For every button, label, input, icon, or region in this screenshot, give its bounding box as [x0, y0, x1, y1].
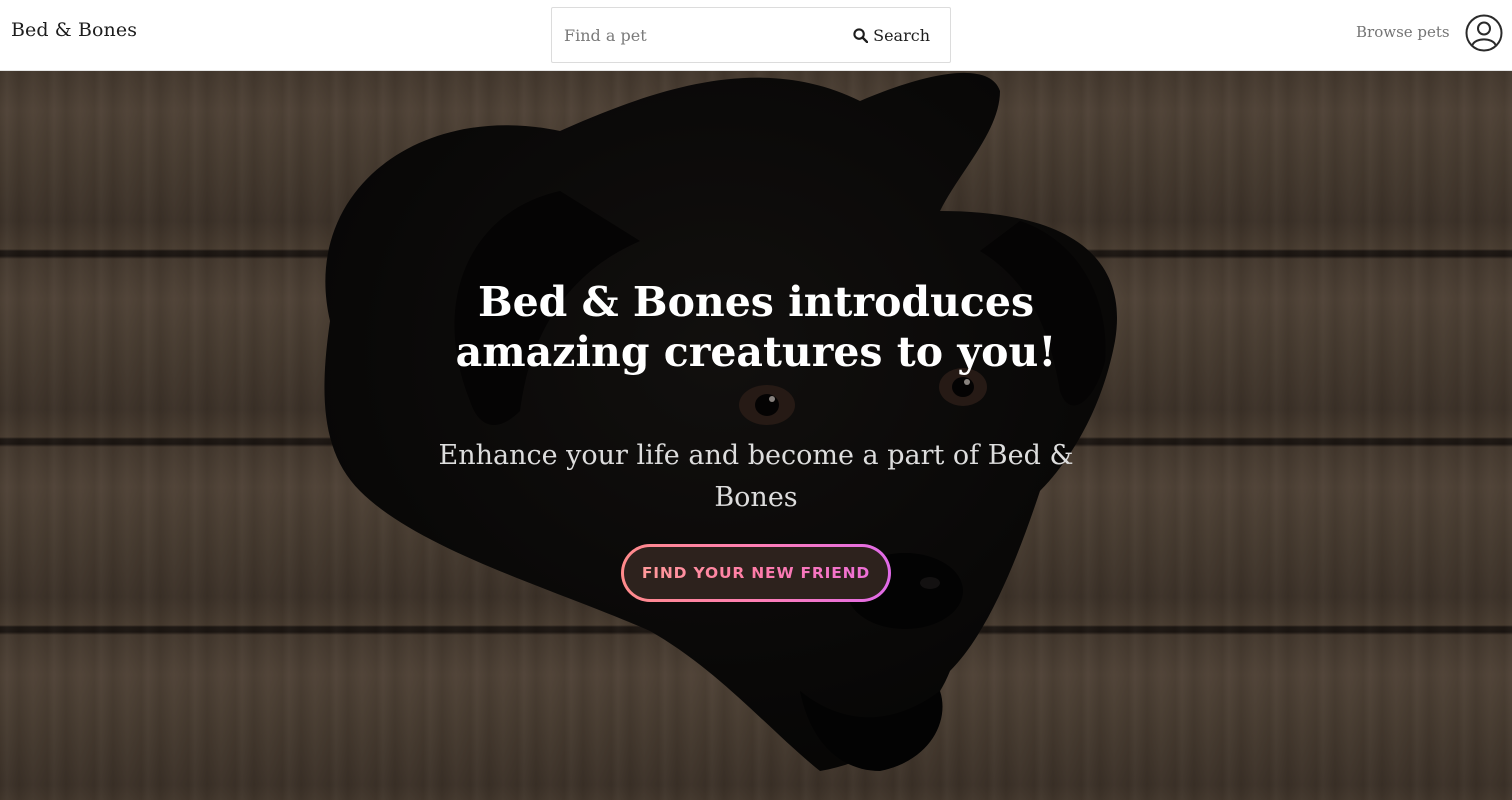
site-brand[interactable]: Bed & Bones — [11, 19, 137, 41]
find-new-friend-button[interactable]: FIND YOUR NEW FRIEND — [621, 544, 891, 602]
search-icon — [853, 27, 869, 43]
search-input[interactable] — [552, 8, 844, 62]
hero-section: Bed & Bones introduces amazing creatures… — [0, 71, 1512, 800]
user-circle-icon[interactable] — [1465, 14, 1503, 52]
hero-title: Bed & Bones introduces amazing creatures… — [455, 278, 1057, 376]
cta-inner: FIND YOUR NEW FRIEND — [624, 547, 888, 599]
search-bar: Search — [551, 7, 951, 63]
browse-pets-link[interactable]: Browse pets — [1356, 23, 1450, 41]
search-button[interactable]: Search — [843, 8, 950, 62]
site-header: Bed & Bones Search Browse pets — [0, 0, 1512, 71]
hero-content: Bed & Bones introduces amazing creatures… — [0, 71, 1512, 800]
hero-subtitle: Enhance your life and become a part of B… — [438, 440, 1074, 513]
search-button-label: Search — [873, 25, 930, 45]
cta-label: FIND YOUR NEW FRIEND — [641, 564, 871, 582]
